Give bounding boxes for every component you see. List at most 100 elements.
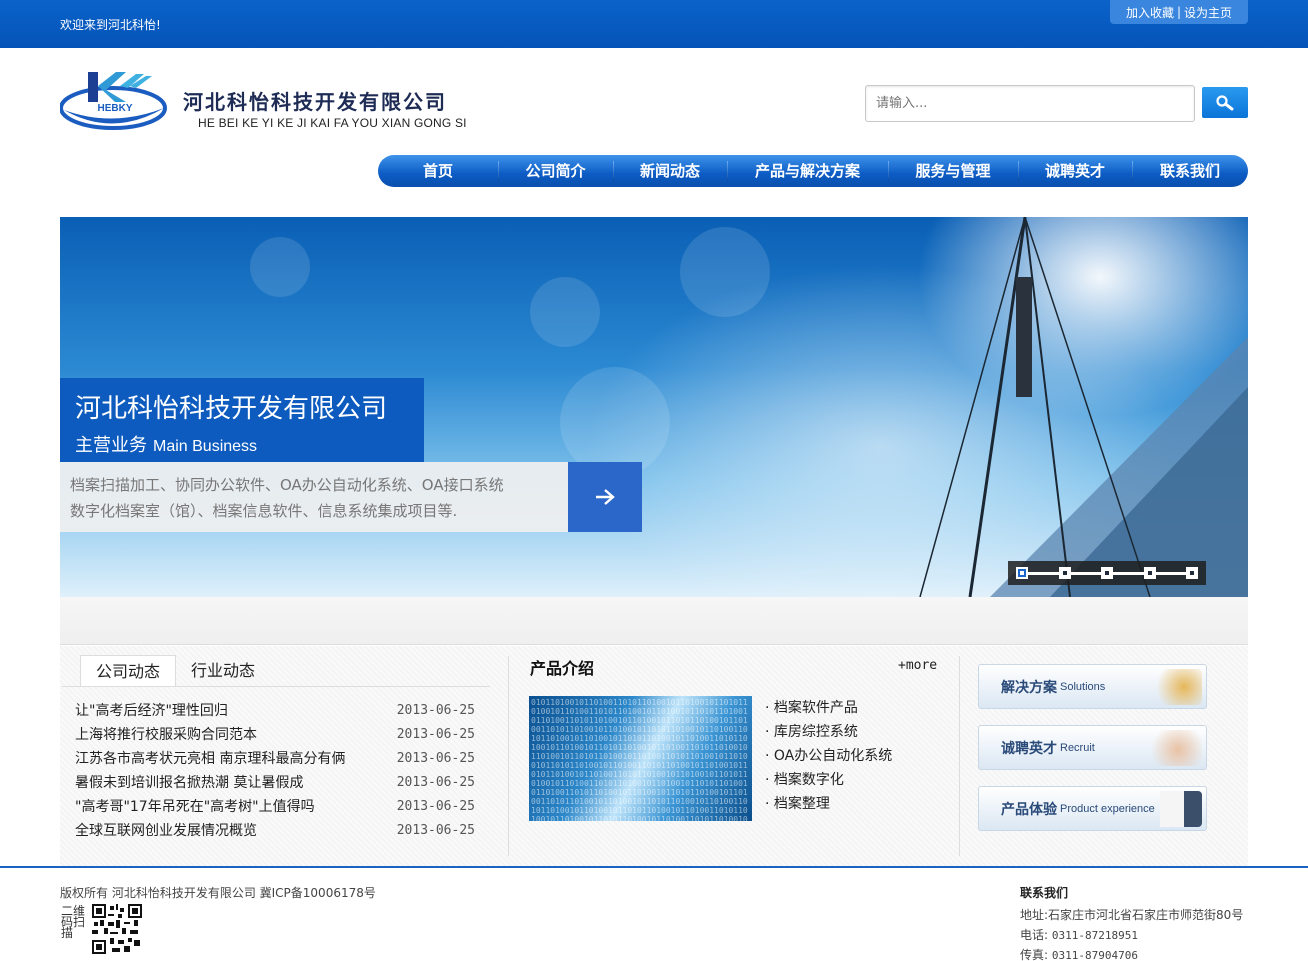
products-more-link[interactable]: +more (898, 658, 937, 673)
side-button-label-en: Recruit (1060, 741, 1095, 754)
banner-subtitle: 主营业务 Main Business (75, 431, 409, 457)
contact-title: 联系我们 (1020, 886, 1069, 900)
company-logo[interactable]: HEBKY (60, 68, 170, 130)
search-button[interactable] (1202, 87, 1248, 118)
product-label: 档案整理 (773, 796, 830, 812)
news-item[interactable]: 上海将推行校服采购合同范本 2013-06-25 (75, 724, 475, 748)
product-label: 档案软件产品 (773, 700, 858, 716)
banner-bubble (250, 237, 310, 297)
qr-label: 二维码扫描 (61, 904, 86, 940)
solutions-button[interactable]: 解决方案 Solutions (978, 664, 1207, 709)
hero-banner: 河北科怡科技开发有限公司 主营业务 Main Business 档案扫描加工、协同… (60, 217, 1248, 597)
top-links-separator: | (1176, 5, 1182, 19)
banner-title-box: 河北科怡科技开发有限公司 主营业务 Main Business (60, 378, 424, 462)
nav-service-management[interactable]: 服务与管理 (888, 155, 1018, 187)
banner-desc-line: 档案扫描加工、协同办公软件、OA办公自动化系统、OA接口系统 (70, 476, 504, 494)
set-homepage-link[interactable]: 设为主页 (1184, 4, 1232, 21)
search-input[interactable] (865, 85, 1195, 122)
nav-home[interactable]: 首页 (378, 155, 498, 187)
recruit-button[interactable]: 诚聘英才 Recruit (978, 725, 1207, 770)
nav-about[interactable]: 公司简介 (498, 155, 613, 187)
logo-text: HEBKY (97, 103, 132, 114)
news-item[interactable]: "高考哥"17年吊死在"高考树"上值得吗 2013-06-25 (75, 796, 475, 820)
list-bullet: · (765, 772, 770, 788)
slider-dot[interactable] (1101, 567, 1113, 579)
banner-bubble (680, 227, 770, 317)
product-label: 档案数字化 (773, 772, 844, 788)
banner-more-button[interactable] (568, 462, 642, 532)
tab-industry-news[interactable]: 行业动态 (176, 655, 270, 687)
news-title: 上海将推行校服采购合同范本 (75, 727, 257, 743)
product-item[interactable]: · 档案软件产品 (765, 696, 892, 720)
side-button-label-en: Solutions (1060, 680, 1106, 693)
ship-mast-illustration (919, 217, 1248, 597)
list-bullet: · (765, 700, 770, 716)
top-links: 加入收藏 | 设为主页 (1110, 0, 1248, 24)
fax-value: 0311-87904706 (1051, 949, 1138, 961)
news-date: 2013-06-25 (396, 751, 475, 766)
welcome-text: 欢迎来到河北科怡! (60, 18, 161, 32)
product-item[interactable]: · OA办公自动化系统 (765, 744, 892, 768)
slider-dot[interactable] (1186, 567, 1198, 579)
news-title: 让"高考后经济"理性回归 (75, 703, 228, 719)
list-bullet: · (765, 796, 770, 812)
news-date: 2013-06-25 (396, 727, 475, 742)
banner-desc-line: 数字化档案室（馆）、档案信息软件、信息系统集成项目等. (70, 502, 458, 520)
news-list: 让"高考后经济"理性回归 2013-06-25 上海将推行校服采购合同范本 2013… (75, 700, 475, 844)
side-button-label: 产品体验 (1001, 801, 1057, 818)
news-title: 暑假未到培训报名掀热潮 莫让暑假成 (75, 775, 304, 791)
phone-label: 电话: (1020, 928, 1049, 942)
add-bookmark-link[interactable]: 加入收藏 (1126, 4, 1174, 21)
news-item[interactable]: 江苏各市高考状元亮相 南京理科最高分有俩 2013-06-25 (75, 748, 475, 772)
side-button-label: 诚聘英才 (1001, 740, 1057, 757)
address-label: 地址: (1020, 908, 1049, 922)
slider-connector (1028, 571, 1059, 575)
product-item[interactable]: · 库房综控系统 (765, 720, 892, 744)
product-label: OA办公自动化系统 (773, 748, 893, 764)
list-bullet: · (765, 748, 770, 764)
arrow-right-icon (596, 489, 615, 505)
news-title: 江苏各市高考状元亮相 南京理科最高分有俩 (75, 751, 346, 767)
news-title: 全球互联网创业发展情况概览 (75, 823, 257, 839)
list-bullet: · (765, 724, 770, 740)
phone-value: 0311-87218951 (1051, 929, 1138, 942)
nav-products-solutions[interactable]: 产品与解决方案 (727, 155, 888, 187)
column-divider (508, 656, 509, 856)
news-item[interactable]: 暑假未到培训报名掀热潮 莫让暑假成 2013-06-25 (75, 772, 475, 796)
slider-dot[interactable] (1143, 567, 1156, 579)
news-item[interactable]: 让"高考后经济"理性回归 2013-06-25 (75, 700, 475, 724)
news-item[interactable]: 全球互联网创业发展情况概览 2013-06-25 (75, 820, 475, 844)
news-date: 2013-06-25 (396, 799, 475, 814)
product-label: 库房综控系统 (773, 724, 858, 740)
nav-contact[interactable]: 联系我们 (1132, 155, 1248, 187)
banner-bubble (560, 367, 670, 477)
tab-underline (62, 686, 490, 687)
handshake-icon (1142, 730, 1202, 766)
company-name-en: HE BEI KE YI KE JI KAI FA YOU XIAN GONG … (198, 116, 467, 130)
product-experience-button[interactable]: 产品体验 Product experience (978, 786, 1207, 831)
slider-connector (1113, 571, 1144, 575)
nav-news[interactable]: 新闻动态 (613, 155, 727, 187)
banner-subtitle-en: Main Business (153, 438, 258, 455)
news-tabs: 公司动态 行业动态 (80, 655, 270, 687)
contact-address: 地址:石家庄市河北省石家庄市师范街80号 (1020, 905, 1243, 925)
product-item[interactable]: · 档案整理 (765, 792, 892, 816)
product-item[interactable]: · 档案数字化 (765, 768, 892, 792)
tab-company-news[interactable]: 公司动态 (80, 655, 177, 687)
main-nav: 首页 公司简介 新闻动态 产品与解决方案 服务与管理 诚聘英才 联系我们 (378, 155, 1248, 187)
slider-dot[interactable] (1016, 567, 1028, 579)
banner-bubble (530, 277, 600, 347)
product-image: 0101101001011010011010110100101101001011… (529, 696, 752, 821)
binary-pattern: 0101101001011010011010110100101101001011… (531, 698, 748, 821)
contact-fax: 传真: 0311-87904706 (1020, 945, 1243, 961)
document-icon (1142, 791, 1202, 827)
slider-connector (1155, 571, 1186, 575)
address-value: 石家庄市河北省石家庄市师范街80号 (1048, 908, 1244, 922)
copyright-text: 版权所有 河北科怡科技开发有限公司 冀ICP备10006178号 (60, 886, 376, 900)
company-name-cn: 河北科怡科技开发有限公司 (183, 90, 447, 114)
news-date: 2013-06-25 (396, 703, 475, 718)
banner-shadow-strip (60, 597, 1248, 645)
slider-pagination (1008, 561, 1206, 585)
slider-dot[interactable] (1058, 567, 1071, 579)
nav-recruit[interactable]: 诚聘英才 (1018, 155, 1132, 187)
